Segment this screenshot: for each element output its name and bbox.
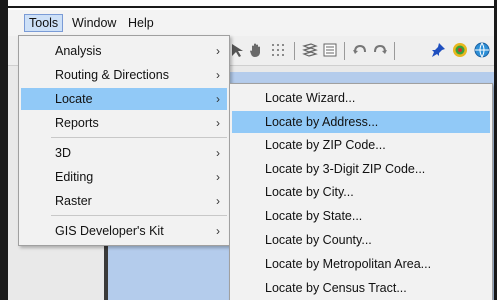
menu-tools[interactable]: Tools bbox=[24, 14, 64, 32]
submenu-item-locate-by-address[interactable]: Locate by Address... bbox=[232, 111, 490, 133]
submenu-item-locate-by-census-tract[interactable]: Locate by Census Tract... bbox=[232, 277, 490, 299]
submenu-item-locate-by-county[interactable]: Locate by County... bbox=[232, 229, 490, 251]
submenu-item-locate-by-city[interactable]: Locate by City... bbox=[232, 181, 490, 203]
globe-icon[interactable] bbox=[474, 42, 490, 58]
menu-help[interactable]: Help bbox=[124, 14, 158, 32]
redo-icon[interactable] bbox=[372, 42, 388, 58]
submenu-item-label: Locate by Address... bbox=[265, 115, 379, 129]
menu-item-label: 3D bbox=[55, 146, 71, 160]
menu-window[interactable]: Window bbox=[68, 14, 120, 32]
menu-item-label: Editing bbox=[55, 170, 94, 184]
submenu-item-locate-wizard[interactable]: Locate Wizard... bbox=[232, 87, 490, 109]
toolbar-separator bbox=[294, 42, 295, 60]
submenu-item-label: Locate by ZIP Code... bbox=[265, 138, 386, 152]
submenu-item-locate-by-state[interactable]: Locate by State... bbox=[232, 205, 490, 227]
arrow-tool-icon[interactable] bbox=[230, 42, 246, 58]
window-top-border bbox=[0, 0, 497, 8]
window-left-border bbox=[0, 0, 8, 300]
layers-icon[interactable] bbox=[302, 42, 318, 58]
menu-item-analysis[interactable]: Analysis › bbox=[21, 40, 227, 62]
menu-item-label: GIS Developer's Kit bbox=[55, 224, 164, 238]
chevron-right-icon: › bbox=[216, 194, 220, 208]
target-icon[interactable] bbox=[452, 42, 468, 58]
submenu-item-label: Locate by 3-Digit ZIP Code... bbox=[265, 162, 426, 176]
menu-bar: Tools Window Help bbox=[8, 10, 494, 36]
submenu-item-label: Locate Wizard... bbox=[265, 91, 356, 105]
chevron-right-icon: › bbox=[216, 44, 220, 58]
menu-item-reports[interactable]: Reports › bbox=[21, 112, 227, 134]
submenu-item-label: Locate by Metropolitan Area... bbox=[265, 257, 432, 271]
submenu-item-locate-by-3digit-zip[interactable]: Locate by 3-Digit ZIP Code... bbox=[232, 158, 490, 180]
grid-icon[interactable] bbox=[270, 42, 286, 58]
submenu-item-label: Locate by City... bbox=[265, 185, 354, 199]
submenu-item-locate-by-metro-area[interactable]: Locate by Metropolitan Area... bbox=[232, 253, 490, 275]
submenu-item-locate-by-zip[interactable]: Locate by ZIP Code... bbox=[232, 134, 490, 156]
menu-item-routing-directions[interactable]: Routing & Directions › bbox=[21, 64, 227, 86]
undo-icon[interactable] bbox=[352, 42, 368, 58]
menu-separator bbox=[51, 215, 227, 216]
menu-item-label: Locate bbox=[55, 92, 93, 106]
menu-item-label: Analysis bbox=[55, 44, 102, 58]
menu-item-label: Routing & Directions bbox=[55, 68, 169, 82]
pin-icon[interactable] bbox=[430, 42, 446, 58]
chevron-right-icon: › bbox=[216, 146, 220, 160]
tools-menu: Analysis › Routing & Directions › Locate… bbox=[18, 35, 230, 246]
menu-item-label: Reports bbox=[55, 116, 99, 130]
locate-submenu: Locate Wizard... Locate by Address... Lo… bbox=[229, 83, 493, 300]
chevron-right-icon: › bbox=[216, 92, 220, 106]
menu-item-3d[interactable]: 3D › bbox=[21, 142, 227, 164]
submenu-item-label: Locate by County... bbox=[265, 233, 372, 247]
chevron-right-icon: › bbox=[216, 68, 220, 82]
menu-item-label: Raster bbox=[55, 194, 92, 208]
toolbar-separator bbox=[344, 42, 345, 60]
toolbar-separator bbox=[394, 42, 395, 60]
hand-icon[interactable] bbox=[248, 42, 264, 58]
menu-item-raster[interactable]: Raster › bbox=[21, 190, 227, 212]
chevron-right-icon: › bbox=[216, 224, 220, 238]
submenu-item-label: Locate by State... bbox=[265, 209, 363, 223]
menu-item-locate[interactable]: Locate › bbox=[21, 88, 227, 110]
menu-item-gis-developers-kit[interactable]: GIS Developer's Kit › bbox=[21, 220, 227, 242]
submenu-item-label: Locate by Census Tract... bbox=[265, 281, 407, 295]
chevron-right-icon: › bbox=[216, 116, 220, 130]
menu-item-editing[interactable]: Editing › bbox=[21, 166, 227, 188]
list-icon[interactable] bbox=[322, 42, 338, 58]
menu-separator bbox=[51, 137, 227, 138]
chevron-right-icon: › bbox=[216, 170, 220, 184]
